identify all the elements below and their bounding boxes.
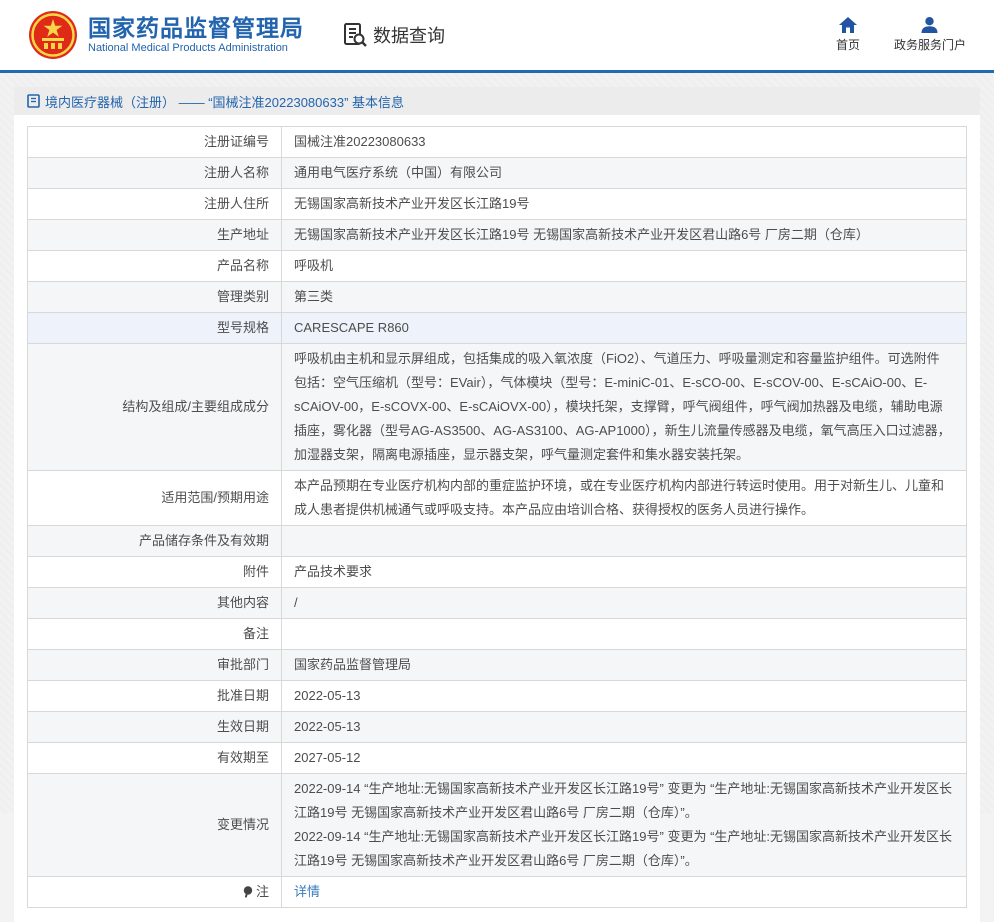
row-value: 无锡国家高新技术产业开发区长江路19号 无锡国家高新技术产业开发区君山路6号 厂…: [282, 220, 967, 251]
table-row: 注册证编号国械注准20223080633: [28, 127, 967, 158]
home-icon: [839, 17, 857, 33]
table-row: 生效日期2022-05-13: [28, 712, 967, 743]
document-search-icon: [342, 22, 368, 48]
row-value: 国械注准20223080633: [282, 127, 967, 158]
note-icon: [243, 886, 253, 898]
data-query-label: 数据查询: [373, 22, 445, 48]
page-body: 境内医疗器械（注册） —— “国械注准20223080633” 基本信息 注册证…: [0, 73, 994, 813]
row-label: 型号规格: [28, 313, 282, 344]
national-emblem-icon: [28, 10, 78, 60]
row-value: 产品技术要求: [282, 557, 967, 588]
row-label: 注册人名称: [28, 158, 282, 189]
table-row: 变更情况2022-09-14 “生产地址:无锡国家高新技术产业开发区长江路19号…: [28, 774, 967, 877]
table-row: 审批部门国家药品监督管理局: [28, 650, 967, 681]
user-icon: [921, 17, 938, 33]
row-label: 生效日期: [28, 712, 282, 743]
table-row: 附件产品技术要求: [28, 557, 967, 588]
table-row: 型号规格CARESCAPE R860: [28, 313, 967, 344]
row-label: 管理类别: [28, 282, 282, 313]
table-row: 适用范围/预期用途本产品预期在专业医疗机构内部的重症监护环境，或在专业医疗机构内…: [28, 471, 967, 526]
page-title: 境内医疗器械（注册） —— “国械注准20223080633” 基本信息: [45, 92, 404, 111]
table-row: 结构及组成/主要组成成分呼吸机由主机和显示屏组成，包括集成的吸入氧浓度（FiO2…: [28, 344, 967, 471]
agency-name-zh: 国家药品监督管理局: [88, 15, 304, 41]
row-value: 第三类: [282, 282, 967, 313]
row-value: 无锡国家高新技术产业开发区长江路19号: [282, 189, 967, 220]
header-nav: 首页 政务服务门户: [836, 17, 966, 53]
details-link[interactable]: 详情: [294, 884, 320, 899]
row-label: 审批部门: [28, 650, 282, 681]
row-label: 生产地址: [28, 220, 282, 251]
row-value: 详情: [282, 877, 967, 908]
row-label: 备注: [28, 619, 282, 650]
row-label: 产品储存条件及有效期: [28, 526, 282, 557]
agency-name-en: National Medical Products Administration: [88, 41, 304, 55]
document-icon: [27, 94, 40, 108]
row-label: 变更情况: [28, 774, 282, 877]
table-row: 备注: [28, 619, 967, 650]
table-row: 其他内容/: [28, 588, 967, 619]
nav-home-label: 首页: [836, 36, 860, 53]
row-label: 批准日期: [28, 681, 282, 712]
row-label-text: 注: [256, 884, 269, 899]
table-row: 生产地址无锡国家高新技术产业开发区长江路19号 无锡国家高新技术产业开发区君山路…: [28, 220, 967, 251]
site-header: 国家药品监督管理局 National Medical Products Admi…: [0, 0, 994, 70]
row-value: 2022-09-14 “生产地址:无锡国家高新技术产业开发区长江路19号” 变更…: [282, 774, 967, 877]
table-row: 产品名称呼吸机: [28, 251, 967, 282]
row-value: [282, 526, 967, 557]
row-value: 呼吸机由主机和显示屏组成，包括集成的吸入氧浓度（FiO2）、气道压力、呼吸量测定…: [282, 344, 967, 471]
row-value: [282, 619, 967, 650]
row-label: 附件: [28, 557, 282, 588]
row-value: 本产品预期在专业医疗机构内部的重症监护环境，或在专业医疗机构内部进行转运时使用。…: [282, 471, 967, 526]
table-row: 注 详情: [28, 877, 967, 908]
row-value: 国家药品监督管理局: [282, 650, 967, 681]
breadcrumb: 境内医疗器械（注册） —— “国械注准20223080633” 基本信息: [14, 87, 980, 115]
nav-home[interactable]: 首页: [836, 17, 860, 53]
row-value: 2022-05-13: [282, 712, 967, 743]
nav-portal[interactable]: 政务服务门户: [894, 17, 966, 53]
data-query-entry[interactable]: 数据查询: [342, 22, 445, 48]
row-label: 注册人住所: [28, 189, 282, 220]
row-value: 2022-05-13: [282, 681, 967, 712]
table-row: 注册人名称通用电气医疗系统（中国）有限公司: [28, 158, 967, 189]
row-value: CARESCAPE R860: [282, 313, 967, 344]
row-label: 其他内容: [28, 588, 282, 619]
agency-brand[interactable]: 国家药品监督管理局 National Medical Products Admi…: [28, 10, 304, 60]
row-value: 2027-05-12: [282, 743, 967, 774]
row-label: 有效期至: [28, 743, 282, 774]
content-container: 境内医疗器械（注册） —— “国械注准20223080633” 基本信息 注册证…: [14, 87, 980, 922]
table-row: 注册人住所无锡国家高新技术产业开发区长江路19号: [28, 189, 967, 220]
registration-info-table: 注册证编号国械注准20223080633注册人名称通用电气医疗系统（中国）有限公…: [27, 126, 967, 908]
row-label: 产品名称: [28, 251, 282, 282]
row-label: 结构及组成/主要组成成分: [28, 344, 282, 471]
row-label: 注: [28, 877, 282, 908]
table-row: 管理类别第三类: [28, 282, 967, 313]
row-label: 注册证编号: [28, 127, 282, 158]
row-value: 通用电气医疗系统（中国）有限公司: [282, 158, 967, 189]
table-row: 产品储存条件及有效期: [28, 526, 967, 557]
table-row: 批准日期2022-05-13: [28, 681, 967, 712]
row-label: 适用范围/预期用途: [28, 471, 282, 526]
row-value: 呼吸机: [282, 251, 967, 282]
nav-portal-label: 政务服务门户: [894, 36, 966, 53]
table-row: 有效期至2027-05-12: [28, 743, 967, 774]
row-value: /: [282, 588, 967, 619]
